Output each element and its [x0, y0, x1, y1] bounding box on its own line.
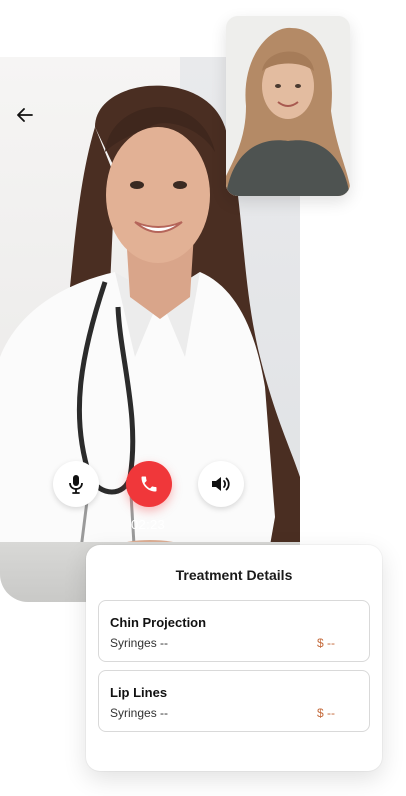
treatment-item[interactable]: Lip Lines Syringes -- $ --: [98, 670, 370, 732]
treatment-name: Chin Projection: [110, 615, 207, 630]
treatment-item[interactable]: Chin Projection Syringes -- $ --: [98, 600, 370, 662]
speaker-icon: [212, 477, 230, 491]
call-timer: 02:23: [130, 517, 166, 532]
phone-icon: [141, 476, 157, 492]
self-view-image: [226, 16, 350, 196]
mute-button[interactable]: [53, 461, 99, 507]
back-button[interactable]: [14, 104, 36, 126]
treatment-syringes: Syringes --: [110, 706, 169, 720]
treatment-price: $ --: [317, 636, 335, 650]
treatment-name: Lip Lines: [110, 685, 168, 700]
treatment-syringes: Syringes --: [110, 636, 169, 650]
microphone-icon: [69, 475, 83, 494]
self-view-video[interactable]: [226, 16, 350, 196]
arrow-left-icon: [17, 108, 33, 122]
treatment-details-card: Treatment Details Chin Projection Syring…: [86, 545, 382, 771]
end-call-button[interactable]: [126, 461, 172, 507]
treatment-price: $ --: [317, 706, 335, 720]
card-title: Treatment Details: [175, 567, 293, 583]
speaker-button[interactable]: [198, 461, 244, 507]
